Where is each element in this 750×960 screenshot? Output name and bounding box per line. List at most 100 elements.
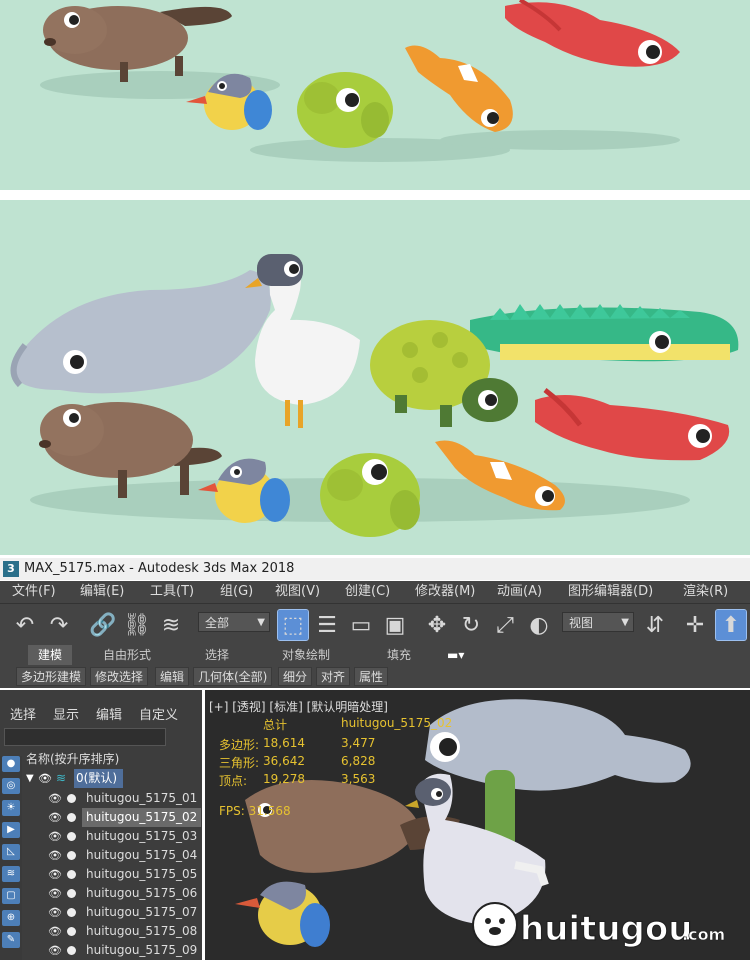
render-image-bottom [0, 200, 750, 555]
explorer-menu-edit[interactable]: 编辑 [96, 704, 122, 723]
reference-coord-dropdown[interactable]: 视图 ▼ [562, 612, 634, 632]
active-icon[interactable]: ⬆ [715, 609, 747, 641]
filter-xrefs-icon[interactable]: ⊕ [2, 910, 20, 926]
eye-icon[interactable]: 👁 [48, 884, 62, 903]
tab-freeform[interactable]: 自由形式 [103, 645, 151, 665]
frog-model-2 [320, 453, 420, 537]
bind-spacewarp-icon[interactable]: ≋ [156, 610, 186, 640]
eye-icon[interactable]: 👁 [48, 941, 62, 960]
select-manipulate-icon[interactable]: ◐ [524, 610, 554, 640]
explorer-menu-display[interactable]: 显示 [53, 704, 79, 723]
object-row[interactable]: 👁 huitugou_5175_03 [24, 827, 202, 846]
select-by-name-icon[interactable]: ☰ [312, 610, 342, 640]
align-icon[interactable]: ✛ [680, 610, 710, 640]
swan-model [245, 254, 360, 428]
animal-render-top [40, 0, 680, 162]
explorer-search-input[interactable] [4, 728, 166, 746]
explorer-column-header[interactable]: 名称(按升序排序) [26, 750, 119, 767]
object-name: huitugou_5175_07 [86, 905, 198, 919]
menu-modifiers[interactable]: 修改器(M) [415, 581, 475, 603]
object-name: huitugou_5175_03 [86, 829, 198, 843]
fps-readout: FPS: 31.568 [219, 804, 291, 818]
panel-properties[interactable]: 属性 [354, 667, 389, 686]
select-object-icon[interactable]: ⬚ [277, 609, 309, 641]
undo-icon[interactable]: ↶ [10, 610, 40, 640]
rect-region-icon[interactable]: ▭ [346, 610, 376, 640]
menu-graph-editors[interactable]: 图形编辑器(D) [568, 581, 653, 603]
object-row[interactable]: 👁 huitugou_5175_02 [24, 808, 202, 827]
panel-geometry-all[interactable]: 几何体(全部) [193, 667, 273, 686]
unlink-icon[interactable]: ⛓ [122, 610, 152, 640]
menu-file[interactable]: 文件(F) [12, 581, 56, 603]
watermark: huitugou .com [470, 900, 740, 950]
scale-icon[interactable]: ⤢ [490, 610, 520, 640]
object-name: huitugou_5175_08 [86, 924, 198, 938]
menu-views[interactable]: 视图(V) [275, 581, 320, 603]
panel-align[interactable]: 对齐 [316, 667, 351, 686]
app-logo-icon: 3 [3, 561, 19, 577]
koi-model [405, 45, 513, 132]
filter-lights-icon[interactable]: ☀ [2, 800, 20, 816]
eye-icon[interactable]: 👁 [48, 865, 62, 884]
object-row[interactable]: 👁 huitugou_5175_09 [24, 941, 202, 960]
stats-total: 36,642 [263, 754, 305, 768]
selection-filter-dropdown[interactable]: 全部 ▼ [198, 612, 270, 632]
stats-object: 3,477 [341, 736, 376, 750]
crocodile-model [470, 304, 739, 362]
object-row[interactable]: 👁 huitugou_5175_04 [24, 846, 202, 865]
filter-shapes-icon[interactable]: ◎ [2, 778, 20, 794]
menu-group[interactable]: 组(G) [220, 581, 253, 603]
rotate-icon[interactable]: ↻ [456, 610, 486, 640]
tab-object-paint[interactable]: 对象绘制 [282, 645, 330, 665]
panel-edit[interactable]: 编辑 [155, 667, 190, 686]
eye-icon[interactable]: 👁 [48, 922, 62, 941]
object-name: huitugou_5175_09 [86, 943, 198, 957]
mirror-icon[interactable]: ⇵ [640, 610, 670, 640]
panel-modify-selection[interactable]: 修改选择 [90, 667, 149, 686]
layer-row[interactable]: ▼ 👁 ≋ 0(默认) [24, 769, 202, 788]
explorer-menu-customize[interactable]: 自定义 [139, 704, 178, 723]
selection-filter-value: 全部 [205, 616, 230, 630]
panel-poly-modeling[interactable]: 多边形建模 [16, 667, 87, 686]
redo-icon[interactable]: ↷ [44, 610, 74, 640]
object-row[interactable]: 👁 huitugou_5175_01 [24, 789, 202, 808]
move-icon[interactable]: ✥ [422, 610, 452, 640]
filter-groups-icon[interactable]: ▢ [2, 888, 20, 904]
menu-edit[interactable]: 编辑(E) [80, 581, 124, 603]
eye-icon[interactable]: 👁 [38, 769, 52, 788]
ribbon-tabs: 建模 自由形式 选择 对象绘制 填充 ▬▾ [0, 645, 750, 665]
menu-bar: 文件(F) 编辑(E) 工具(T) 组(G) 视图(V) 创建(C) 修改器(M… [0, 581, 750, 603]
filter-spacewarps-icon[interactable]: ≋ [2, 866, 20, 882]
panel-subdivision[interactable]: 细分 [278, 667, 313, 686]
eye-icon[interactable]: 👁 [48, 808, 62, 827]
menu-tools[interactable]: 工具(T) [150, 581, 194, 603]
eye-icon[interactable]: 👁 [48, 846, 62, 865]
object-row[interactable]: 👁 huitugou_5175_05 [24, 865, 202, 884]
filter-cameras-icon[interactable]: ▶ [2, 822, 20, 838]
eye-icon[interactable]: 👁 [48, 789, 62, 808]
ribbon-options-icon[interactable]: ▬▾ [447, 645, 464, 665]
window-crossing-icon[interactable]: ▣ [380, 610, 410, 640]
tab-selection[interactable]: 选择 [205, 645, 229, 665]
layer-stack-icon: ≋ [56, 771, 67, 785]
window-title: MAX_5175.max - Autodesk 3ds Max 2018 [24, 561, 295, 576]
viewport-label[interactable]: [+] [透视] [标准] [默认明暗处理] [209, 698, 388, 715]
layer-label: 0(默认) [74, 769, 123, 788]
eye-icon[interactable]: 👁 [48, 827, 62, 846]
filter-bones-icon[interactable]: ✎ [2, 932, 20, 948]
tab-populate[interactable]: 填充 [387, 645, 411, 665]
eye-icon[interactable]: 👁 [48, 903, 62, 922]
menu-rendering[interactable]: 渲染(R) [683, 581, 728, 603]
link-icon[interactable]: 🔗 [88, 610, 118, 640]
filter-geometry-icon[interactable]: ● [2, 756, 20, 772]
expand-arrow-icon[interactable]: ▼ [26, 769, 34, 788]
tab-modeling[interactable]: 建模 [28, 645, 73, 665]
object-row[interactable]: 👁 huitugou_5175_07 [24, 903, 202, 922]
menu-animation[interactable]: 动画(A) [497, 581, 542, 603]
explorer-menu-select[interactable]: 选择 [10, 704, 36, 723]
object-row[interactable]: 👁 huitugou_5175_06 [24, 884, 202, 903]
filter-helpers-icon[interactable]: ◺ [2, 844, 20, 860]
explorer-filter-strip: ● ◎ ☀ ▶ ◺ ≋ ▢ ⊕ ✎ [0, 756, 22, 960]
menu-create[interactable]: 创建(C) [345, 581, 390, 603]
object-row[interactable]: 👁 huitugou_5175_08 [24, 922, 202, 941]
